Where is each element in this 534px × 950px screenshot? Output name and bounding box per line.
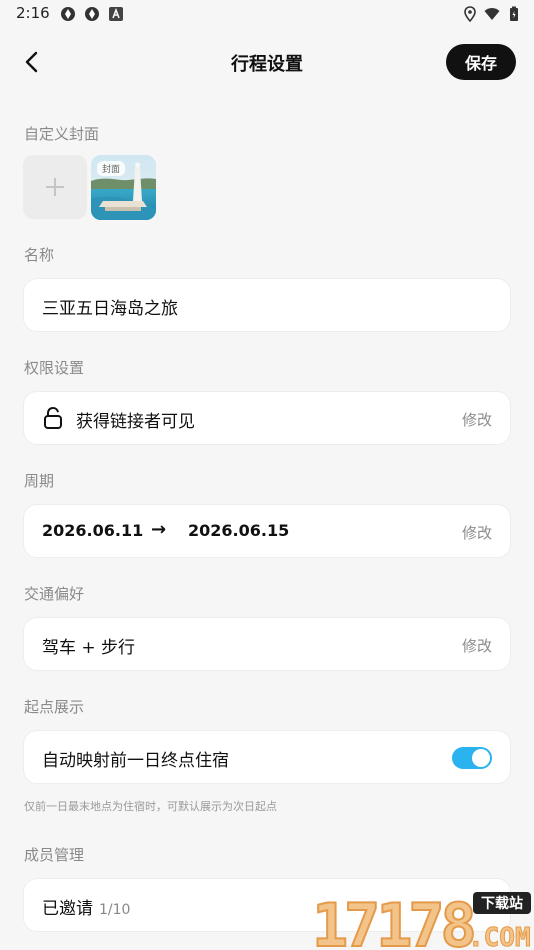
end-date: 2026.06.15 [188,521,290,540]
status-time: 2:16 [16,4,50,22]
transport-card[interactable]: 驾车 + 步行 修改 [23,617,511,671]
start-date: 2026.06.11 [42,521,144,540]
name-label: 名称 [24,246,55,264]
unlock-icon [44,406,62,429]
save-button[interactable]: 保存 [446,44,516,80]
start-point-card: 自动映射前一日终点住宿 [23,730,511,784]
transport-label: 交通偏好 [24,585,85,603]
period-card[interactable]: 2026.06.11 → 2026.06.15 修改 [23,504,511,558]
cover-tag: 封面 [97,161,126,176]
members-invited-label: 已邀请 [42,899,93,919]
permission-value: 获得链接者可见 [76,412,195,432]
name-value: 三亚五日海岛之旅 [42,299,178,319]
transport-value: 驾车 + 步行 [42,638,136,658]
permission-label: 权限设置 [24,359,85,377]
members-value: 已邀请 1/10 [42,894,130,919]
toggle-knob [472,749,490,767]
start-point-value: 自动映射前一日终点住宿 [42,751,229,771]
cover-thumbnail[interactable]: 封面 [91,155,156,220]
members-label: 成员管理 [24,846,85,864]
arrow-right-icon: → [151,519,167,540]
app-notification-icon [61,7,75,21]
font-notification-icon [109,7,123,21]
wifi-icon [484,8,500,20]
battery-icon [510,6,518,21]
members-count: 1/10 [99,902,131,918]
name-field[interactable]: 三亚五日海岛之旅 [23,278,511,332]
start-point-hint: 仅前一日最末地点为住宿时，可默认展示为次日起点 [24,800,277,813]
transport-modify-button[interactable]: 修改 [462,635,492,656]
site-watermark: 17178 下载站 .COM [311,890,531,950]
app-notification-icon [85,7,99,21]
start-point-label: 起点展示 [24,698,85,716]
start-point-toggle[interactable] [452,747,492,769]
watermark-domain: .COM [468,923,531,950]
period-label: 周期 [24,472,55,490]
add-cover-button[interactable] [23,155,87,219]
period-modify-button[interactable]: 修改 [462,522,492,543]
permission-modify-button[interactable]: 修改 [462,409,492,430]
status-bar: 2:16 [0,0,534,28]
cover-label: 自定义封面 [24,125,100,143]
watermark-tag: 下载站 [481,895,523,912]
header: 行程设置 保存 [0,40,534,84]
location-icon [464,6,476,22]
watermark-number: 17178 [312,891,473,950]
plus-icon [46,178,64,196]
permission-card[interactable]: 获得链接者可见 修改 [23,391,511,445]
